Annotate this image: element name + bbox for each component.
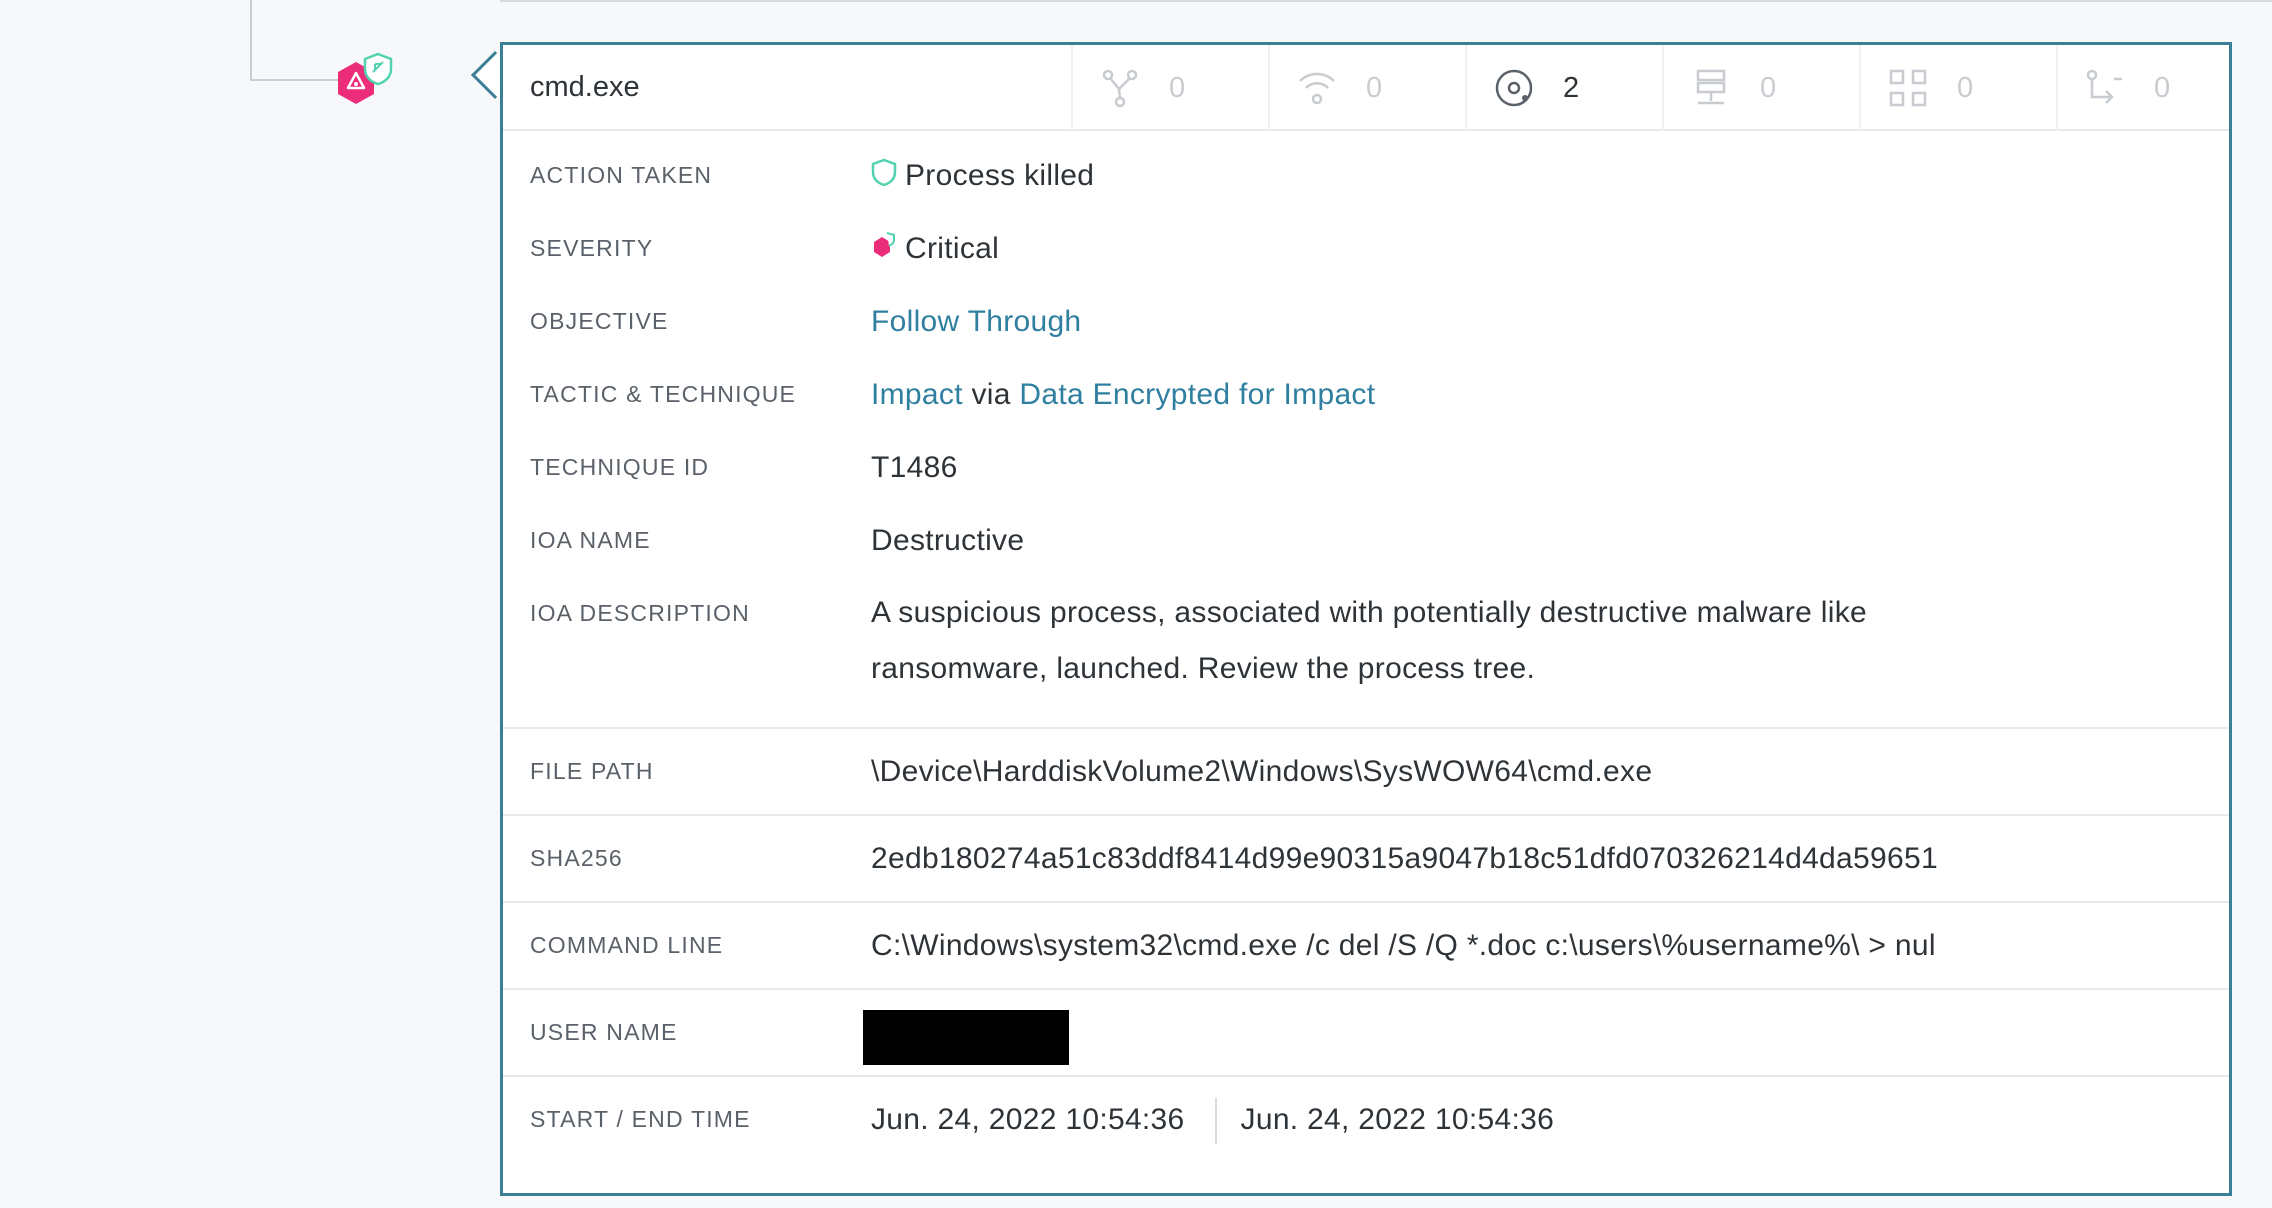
modules-icon [1889, 69, 1927, 107]
field-label: TECHNIQUE ID [530, 454, 710, 480]
top-divider [500, 0, 2272, 2]
stat-count: 2 [1563, 71, 1580, 104]
sha256-value: 2edb180274a51c83ddf8414d99e90315a9047b18… [871, 842, 1938, 875]
row-sha256: SHA256 2edb180274a51c83ddf8414d99e90315a… [503, 814, 2229, 901]
objective-link[interactable]: Follow Through [871, 285, 1081, 358]
field-label: IOA DESCRIPTION [530, 600, 750, 626]
field-label: ACTION TAKEN [530, 162, 713, 188]
field-label: USER NAME [530, 1019, 678, 1045]
dns-server-icon [1696, 69, 1726, 105]
row-ioa-description: IOA DESCRIPTION A suspicious process, as… [503, 577, 2229, 727]
via-text: via [971, 378, 1011, 411]
stat-network[interactable]: 0 [1268, 45, 1465, 131]
stat-count: 0 [1957, 71, 1974, 104]
field-label: TACTIC & TECHNIQUE [530, 381, 797, 407]
stat-dns[interactable]: 0 [1662, 45, 1859, 131]
stat-disk[interactable]: 2 [1465, 45, 1662, 131]
critical-hexagon-icon [874, 232, 895, 258]
row-user-name: USER NAME [503, 988, 2229, 1075]
stat-registry[interactable]: 0 [2056, 45, 2253, 131]
severity-value: Critical [905, 232, 1000, 265]
stat-count: 0 [1366, 71, 1383, 104]
network-icon [1299, 72, 1335, 105]
card-header: cmd.exe 0 0 2 0 0 0 [503, 45, 2229, 131]
process-details-card: cmd.exe 0 0 2 0 0 0 ACTION TAKEN Process… [500, 42, 2232, 1196]
field-label: SEVERITY [530, 235, 654, 261]
stat-count: 0 [2154, 71, 2171, 104]
field-label: OBJECTIVE [530, 308, 669, 334]
row-action-taken: ACTION TAKEN Process killed [503, 139, 2229, 212]
command-line-value: C:\Windows\system32\cmd.exe /c del /S /Q… [871, 929, 1936, 962]
action-taken-value: Process killed [905, 159, 1095, 192]
file-path-value: \Device\HarddiskVolume2\Windows\SysWOW64… [871, 755, 1653, 788]
time-separator [1214, 1098, 1217, 1145]
disk-icon [1495, 69, 1533, 107]
field-label: COMMAND LINE [530, 932, 724, 958]
row-ioa-name: IOA NAME Destructive [503, 504, 2229, 577]
field-label: SHA256 [530, 845, 623, 871]
field-label: START / END TIME [530, 1106, 751, 1132]
end-time: Jun. 24, 2022 10:54:36 [1240, 1103, 1555, 1136]
start-time: Jun. 24, 2022 10:54:36 [871, 1103, 1185, 1136]
row-objective: OBJECTIVE Follow Through [503, 285, 2229, 358]
stat-count: 0 [1169, 71, 1186, 104]
field-label: FILE PATH [530, 758, 654, 784]
ioa-name-value: Destructive [871, 524, 1025, 557]
stat-process-tree[interactable]: 0 [1071, 45, 1268, 131]
row-tactic-technique: TACTIC & TECHNIQUE Impact via Data Encry… [503, 358, 2229, 431]
row-technique-id: TECHNIQUE ID T1486 [503, 431, 2229, 504]
user-name-value [863, 990, 1069, 1075]
tree-connector-horizontal [250, 79, 340, 81]
registry-icon [2086, 69, 2122, 104]
stat-modules[interactable]: 0 [1859, 45, 2056, 131]
process-node[interactable] [328, 52, 398, 116]
row-command-line: COMMAND LINE C:\Windows\system32\cmd.exe… [503, 901, 2229, 988]
row-severity: SEVERITY Critical [503, 212, 2229, 285]
ioa-description-value: A suspicious process, associated with po… [871, 596, 1867, 685]
field-value: Impact via Data Encrypted for Impact [871, 358, 1375, 431]
process-tree-icon [1102, 69, 1138, 108]
shield-badge-icon [363, 52, 393, 86]
detail-rows: ACTION TAKEN Process killed SEVERITY Cri… [503, 131, 2229, 727]
technique-id-value: T1486 [871, 451, 958, 484]
shield-icon [871, 158, 897, 187]
field-value: Process killed [871, 139, 1094, 212]
process-stats: 0 0 2 0 0 0 [1071, 45, 2253, 131]
tree-connector-vertical [250, 0, 252, 80]
stat-count: 0 [1760, 71, 1777, 104]
tactic-link[interactable]: Impact [871, 378, 963, 411]
field-value: Critical [871, 212, 999, 285]
row-file-path: FILE PATH \Device\HarddiskVolume2\Window… [503, 727, 2229, 814]
redacted-block [863, 1009, 1069, 1065]
field-label: IOA NAME [530, 527, 651, 553]
time-value: Jun. 24, 2022 10:54:36 Jun. 24, 2022 10:5… [871, 1077, 1554, 1162]
row-start-end-time: START / END TIME Jun. 24, 2022 10:54:36 J… [503, 1075, 2229, 1162]
technique-link[interactable]: Data Encrypted for Impact [1019, 378, 1375, 411]
